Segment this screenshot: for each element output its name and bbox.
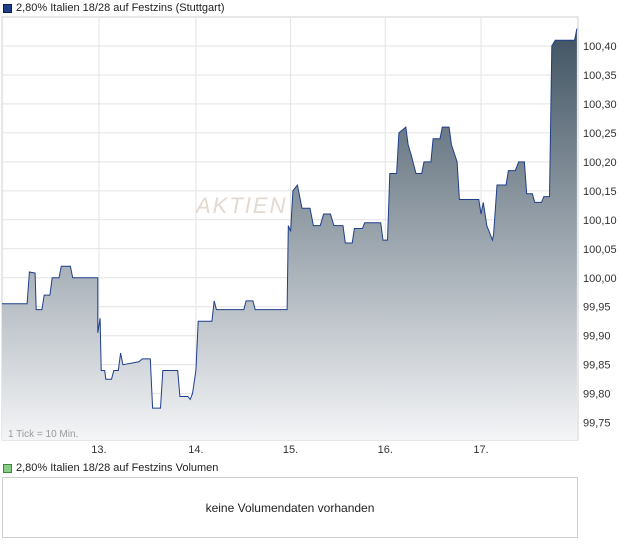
volume-legend-swatch [3,463,12,473]
y-tick-label: 100,25 [583,128,617,140]
y-tick-label: 99,75 [583,418,611,430]
volume-panel: keine Volumendaten vorhanden [2,477,578,538]
y-tick-label: 100,00 [583,273,617,285]
y-tick-label: 99,90 [583,331,611,343]
volume-empty-message: keine Volumendaten vorhanden [205,500,375,515]
volume-legend-label: 2,80% Italien 18/28 auf Festzins Volumen [16,462,219,474]
y-tick-label: 100,05 [583,244,617,256]
x-tick-label: 16. [378,444,393,456]
x-tick-label: 15. [283,444,298,456]
x-axis: 13. 14. 15. 16. 17. [91,444,488,456]
x-tick-label: 13. [91,444,106,456]
y-axis: 99,75 99,80 99,85 99,90 99,95 100,00 100,05 100… [583,41,617,430]
price-chart: AKTIEN 99,75 99,80 99,85 99,90 99,95 100,00 10… [1,16,617,456]
y-tick-label: 99,85 [583,360,611,372]
watermark: AKTIEN [194,193,287,218]
y-tick-label: 100,20 [583,157,617,169]
x-tick-label: 14. [188,444,203,456]
volume-legend: 2,80% Italien 18/28 auf Festzins Volumen [3,462,218,474]
y-tick-label: 100,40 [583,41,617,53]
y-tick-label: 100,15 [583,186,617,198]
y-tick-label: 100,35 [583,70,617,82]
x-tick-label: 17. [473,444,488,456]
y-tick-label: 99,80 [583,389,611,401]
y-tick-label: 100,30 [583,99,617,111]
y-tick-label: 100,10 [583,215,617,227]
tick-interval-note: 1 Tick = 10 Min. [8,429,78,440]
y-tick-label: 99,95 [583,302,611,314]
chart-stage: 2,80% Italien 18/28 auf Festzins (Stuttg… [0,0,620,546]
